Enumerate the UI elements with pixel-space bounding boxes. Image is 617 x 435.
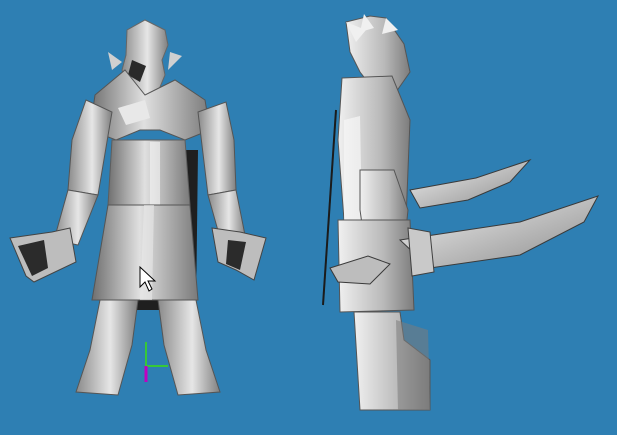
front-torso xyxy=(107,139,191,206)
side-blade-grip xyxy=(407,227,435,277)
3d-viewport[interactable] xyxy=(0,0,617,435)
front-torso-highlight xyxy=(150,142,160,205)
scene-canvas[interactable] xyxy=(0,0,617,435)
side-torso-highlight xyxy=(344,116,362,220)
side-leg-shadow xyxy=(396,320,430,410)
